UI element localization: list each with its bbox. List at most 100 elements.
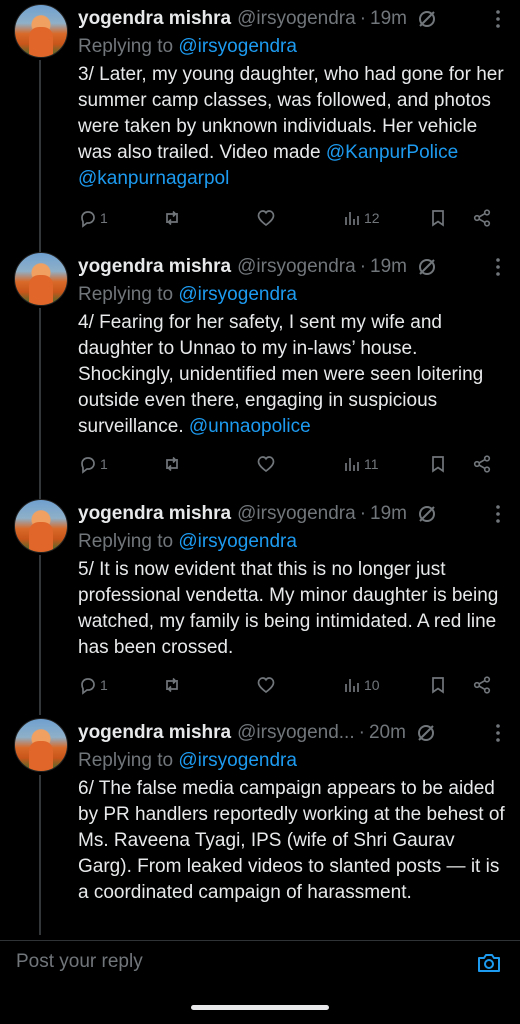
views-icon	[345, 679, 359, 692]
reply-composer[interactable]: Post your reply	[0, 940, 520, 989]
reply-icon	[81, 678, 95, 695]
grok-icon[interactable]	[417, 9, 437, 29]
share-icon	[473, 676, 491, 694]
tweet[interactable]: yogendra mishra @irsyogendra · 19m Reply…	[0, 252, 520, 492]
more-icon[interactable]	[496, 10, 500, 28]
retweet-icon	[166, 677, 178, 693]
reply-count: 1	[100, 210, 108, 226]
bookmark-button[interactable]	[428, 452, 448, 476]
replying-handle-link[interactable]: @irsyogendra	[178, 750, 297, 771]
action-bar: 1 12	[78, 206, 498, 230]
reply-count: 1	[100, 456, 108, 472]
replying-to: Replying to @irsyogendra	[78, 282, 506, 308]
author-handle[interactable]: @irsyogendra	[237, 8, 356, 30]
replying-handle-link[interactable]: @irsyogendra	[178, 531, 297, 552]
mention-links[interactable]: @unnaopolice	[189, 416, 311, 437]
replying-to: Replying to @irsyogendra	[78, 34, 506, 60]
author-handle[interactable]: @irsyogend...	[237, 722, 355, 744]
grok-icon[interactable]	[416, 723, 436, 743]
bookmark-icon	[432, 456, 444, 473]
share-button[interactable]	[472, 206, 492, 230]
views-icon	[345, 212, 359, 225]
timestamp[interactable]: 19m	[370, 8, 407, 30]
separator: ·	[359, 256, 367, 277]
views-button[interactable]: 11	[342, 452, 379, 476]
bookmark-button[interactable]	[428, 206, 448, 230]
reply-button[interactable]: 1	[78, 206, 108, 230]
reply-button[interactable]: 1	[78, 452, 108, 476]
bookmark-icon	[432, 677, 444, 694]
author-name[interactable]: yogendra mishra	[78, 722, 231, 744]
author-handle[interactable]: @irsyogendra	[237, 503, 356, 525]
author-handle[interactable]: @irsyogendra	[237, 256, 356, 278]
avatar[interactable]	[14, 718, 68, 772]
like-icon	[257, 456, 275, 473]
author-name[interactable]: yogendra mishra	[78, 503, 231, 525]
tweet-body: 5/ It is now evident that this is no lon…	[78, 559, 499, 658]
bookmark-button[interactable]	[428, 673, 448, 697]
more-icon[interactable]	[496, 724, 500, 742]
replying-prefix: Replying to	[78, 531, 179, 552]
avatar[interactable]	[14, 252, 68, 306]
retweet-button[interactable]	[162, 452, 182, 476]
like-button[interactable]	[256, 673, 276, 697]
tweet-body: 6/ The false media campaign appears to b…	[78, 778, 505, 903]
bookmark-icon	[432, 210, 444, 227]
replying-prefix: Replying to	[78, 284, 179, 305]
avatar[interactable]	[14, 4, 68, 58]
timestamp[interactable]: 19m	[370, 503, 407, 525]
share-button[interactable]	[472, 673, 492, 697]
replying-handle-link[interactable]: @irsyogendra	[178, 36, 297, 57]
replying-prefix: Replying to	[78, 750, 179, 771]
reply-button[interactable]: 1	[78, 673, 108, 697]
avatar[interactable]	[14, 499, 68, 553]
timestamp[interactable]: 20m	[369, 722, 406, 744]
author-name[interactable]: yogendra mishra	[78, 8, 231, 30]
tweet-text: 5/ It is now evident that this is no lon…	[78, 557, 506, 661]
separator: ·	[359, 8, 367, 29]
replying-prefix: Replying to	[78, 36, 179, 57]
view-count: 12	[364, 210, 380, 226]
share-icon	[473, 455, 491, 473]
tweet-text: 4/ Fearing for her safety, I sent my wif…	[78, 310, 506, 440]
share-icon	[473, 209, 491, 227]
view-count: 11	[364, 456, 379, 472]
timestamp[interactable]: 19m	[370, 256, 407, 278]
action-bar: 1 11	[78, 452, 498, 476]
reply-thread: yogendra mishra @irsyogendra · 19m Reply…	[0, 0, 520, 940]
like-icon	[257, 677, 275, 694]
retweet-icon	[166, 210, 178, 226]
retweet-icon	[166, 456, 178, 472]
home-indicator[interactable]	[191, 1005, 329, 1010]
tweet[interactable]: yogendra mishra @irsyogendra · 19m Reply…	[0, 4, 520, 244]
separator: ·	[358, 722, 365, 743]
tweet-text: 3/ Later, my young daughter, who had gon…	[78, 62, 506, 192]
grok-icon[interactable]	[417, 504, 437, 524]
like-button[interactable]	[256, 206, 276, 230]
separator: ·	[359, 503, 367, 524]
view-count: 10	[364, 677, 380, 693]
replying-to: Replying to @irsyogendra	[78, 529, 506, 555]
share-button[interactable]	[472, 452, 492, 476]
grok-icon[interactable]	[417, 257, 437, 277]
tweet-text: 6/ The false media campaign appears to b…	[78, 776, 506, 906]
action-bar: 1 10	[78, 673, 498, 697]
retweet-button[interactable]	[162, 673, 182, 697]
camera-icon[interactable]	[476, 951, 502, 975]
more-icon[interactable]	[496, 505, 500, 523]
replying-handle-link[interactable]: @irsyogendra	[178, 284, 297, 305]
reply-icon	[81, 457, 95, 474]
views-button[interactable]: 10	[342, 673, 380, 697]
like-icon	[257, 210, 275, 227]
author-name[interactable]: yogendra mishra	[78, 256, 231, 278]
more-icon[interactable]	[496, 258, 500, 276]
views-icon	[345, 458, 359, 471]
tweet[interactable]: yogendra mishra @irsyogend... · 20m Repl…	[0, 718, 520, 940]
reply-count: 1	[100, 677, 108, 693]
like-button[interactable]	[256, 452, 276, 476]
retweet-button[interactable]	[162, 206, 182, 230]
reply-input-placeholder[interactable]: Post your reply	[16, 951, 143, 973]
replying-to: Replying to @irsyogendra	[78, 748, 506, 774]
tweet[interactable]: yogendra mishra @irsyogendra · 19m Reply…	[0, 499, 520, 709]
views-button[interactable]: 12	[342, 206, 380, 230]
